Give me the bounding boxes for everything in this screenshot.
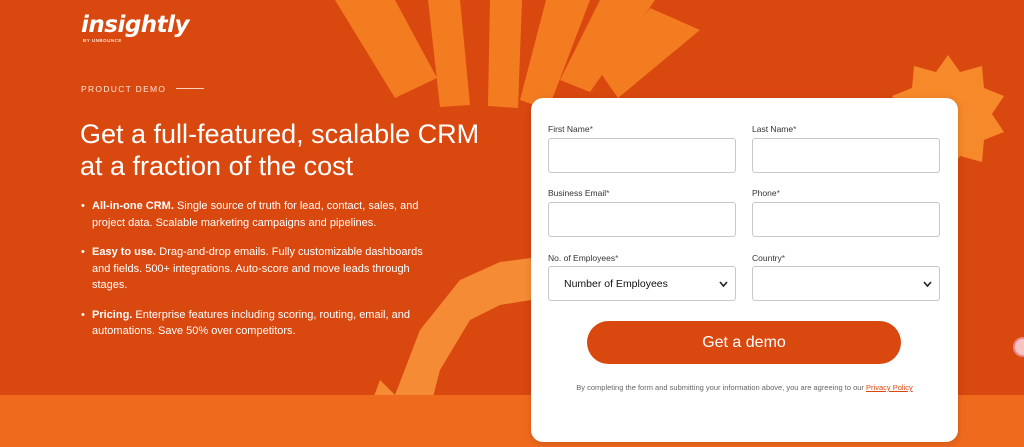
required-mark: * <box>615 253 619 263</box>
required-mark: * <box>793 124 797 134</box>
feature-item-all-in-one: • All-in-one CRM. Single source of truth… <box>81 198 441 231</box>
bullet-icon: • <box>81 200 85 212</box>
feature-text: Enterprise features including scoring, r… <box>92 308 410 338</box>
feature-item-easy-to-use: • Easy to use. Drag-and-drop emails. Ful… <box>81 244 441 294</box>
phone-label: Phone* <box>752 188 780 198</box>
feature-title: Easy to use. <box>92 246 157 258</box>
insightly-logo[interactable]: insightly <box>81 12 190 38</box>
bullet-icon: • <box>81 308 85 321</box>
page-title: Get a full-featured, scalable CRM at a f… <box>80 119 480 181</box>
phone-field[interactable] <box>752 202 940 237</box>
consent-disclaimer: By completing the form and submitting yo… <box>551 381 938 394</box>
required-mark: * <box>781 253 786 263</box>
employees-select[interactable]: Number of Employees <box>548 266 736 301</box>
feature-list: • All-in-one CRM. Single source of truth… <box>81 198 441 353</box>
employees-label: No. of Employees* <box>548 253 618 263</box>
chevron-down-icon <box>923 281 932 288</box>
first-name-label: First Name* <box>548 124 593 134</box>
last-name-label: Last Name* <box>752 124 796 134</box>
bullet-icon: • <box>81 246 85 258</box>
required-mark: * <box>589 124 593 134</box>
employees-label-text: No. of Employees <box>548 253 616 263</box>
required-mark: * <box>776 188 780 198</box>
privacy-policy-link[interactable]: Privacy Policy <box>866 383 913 392</box>
last-name-field[interactable] <box>752 138 940 173</box>
logo-subtext: BY UNBOUNCE <box>83 38 122 43</box>
chevron-down-icon <box>719 281 728 288</box>
feature-item-pricing: • Pricing. Enterprise features including… <box>81 307 441 340</box>
required-mark: * <box>606 188 610 198</box>
country-label-text: Country <box>752 253 782 263</box>
first-name-field[interactable] <box>548 138 736 173</box>
employees-select-value: Number of Employees <box>564 278 668 290</box>
email-field[interactable] <box>548 202 736 237</box>
first-name-label-text: First Name <box>548 124 590 134</box>
feature-title: All-in-one CRM. <box>92 200 174 212</box>
eyebrow-divider <box>176 88 204 89</box>
get-demo-button[interactable]: Get a demo <box>587 321 901 364</box>
country-select[interactable] <box>752 266 940 301</box>
country-label: Country* <box>752 253 785 263</box>
eyebrow-label: PRODUCT DEMO <box>81 84 167 94</box>
demo-request-form: First Name* Last Name* Business Email* P… <box>531 98 958 442</box>
last-name-label-text: Last Name <box>752 124 794 134</box>
feature-title: Pricing. <box>92 308 133 321</box>
email-label-text: Business Email <box>548 188 607 198</box>
disclaimer-text: By completing the form and submitting yo… <box>576 383 864 392</box>
email-label: Business Email* <box>548 188 609 198</box>
phone-label-text: Phone <box>752 188 777 198</box>
